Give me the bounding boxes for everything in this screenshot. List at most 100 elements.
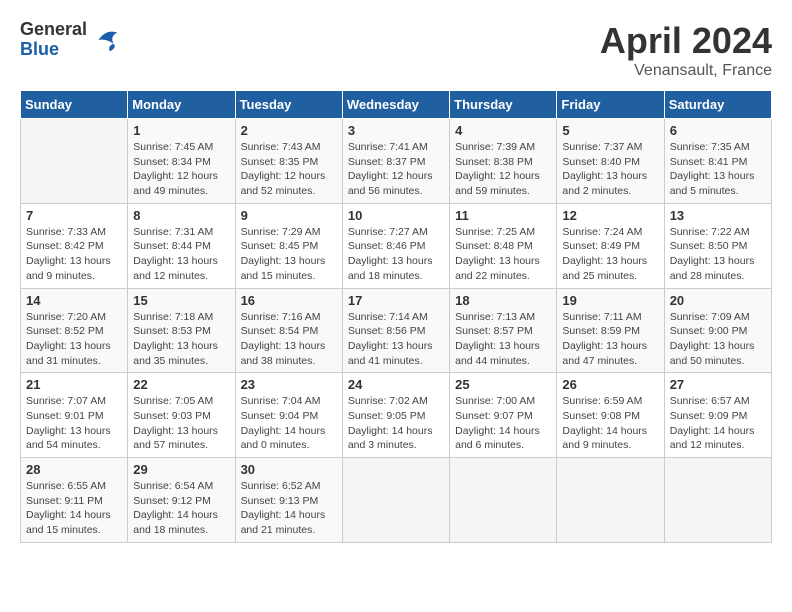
weekday-tuesday: Tuesday (235, 91, 342, 119)
table-row: 16Sunrise: 7:16 AMSunset: 8:54 PMDayligh… (235, 288, 342, 373)
calendar-header: Sunday Monday Tuesday Wednesday Thursday… (21, 91, 772, 119)
calendar-week-row: 1 Sunrise: 7:45 AMSunset: 8:34 PMDaylight… (21, 119, 772, 204)
day-number: 4 (455, 123, 551, 138)
day-number: 27 (670, 377, 766, 392)
day-number: 8 (133, 208, 229, 223)
day-info: Sunrise: 7:02 AMSunset: 9:05 PMDaylight:… (348, 394, 444, 453)
table-row: 17 Sunrise: 7:14 AMSunset: 8:56 PMDayligh… (342, 288, 449, 373)
table-row: 8Sunrise: 7:31 AMSunset: 8:44 PMDaylight… (128, 203, 235, 288)
day-info: Sunrise: 7:07 AMSunset: 9:01 PMDaylight:… (26, 394, 122, 453)
table-row (664, 458, 771, 543)
table-row: 9 Sunrise: 7:29 AMSunset: 8:45 PMDaylight… (235, 203, 342, 288)
table-row: 28 Sunrise: 6:55 AMSunset: 9:11 PMDayligh… (21, 458, 128, 543)
day-info: Sunrise: 7:39 AMSunset: 8:38 PMDaylight:… (455, 140, 551, 199)
day-info: Sunrise: 7:29 AMSunset: 8:45 PMDaylight:… (241, 225, 337, 284)
table-row: 24Sunrise: 7:02 AMSunset: 9:05 PMDayligh… (342, 373, 449, 458)
day-info: Sunrise: 7:14 AMSunset: 8:56 PMDaylight:… (348, 310, 444, 369)
day-info: Sunrise: 7:05 AMSunset: 9:03 PMDaylight:… (133, 394, 229, 453)
day-info: Sunrise: 7:18 AMSunset: 8:53 PMDaylight:… (133, 310, 229, 369)
table-row: 5 Sunrise: 7:37 AMSunset: 8:40 PMDaylight… (557, 119, 664, 204)
day-number: 5 (562, 123, 658, 138)
month-title: April 2024 (600, 20, 772, 62)
table-row: 14 Sunrise: 7:20 AMSunset: 8:52 PMDayligh… (21, 288, 128, 373)
day-info: Sunrise: 7:04 AMSunset: 9:04 PMDaylight:… (241, 394, 337, 453)
calendar-week-row: 7 Sunrise: 7:33 AMSunset: 8:42 PMDaylight… (21, 203, 772, 288)
weekday-monday: Monday (128, 91, 235, 119)
table-row: 26 Sunrise: 6:59 AMSunset: 9:08 PMDayligh… (557, 373, 664, 458)
day-number: 14 (26, 293, 122, 308)
day-info: Sunrise: 6:55 AMSunset: 9:11 PMDaylight:… (26, 479, 122, 538)
day-number: 25 (455, 377, 551, 392)
day-info: Sunrise: 6:57 AMSunset: 9:09 PMDaylight:… (670, 394, 766, 453)
calendar-body: 1 Sunrise: 7:45 AMSunset: 8:34 PMDaylight… (21, 119, 772, 543)
weekday-saturday: Saturday (664, 91, 771, 119)
day-info: Sunrise: 7:33 AMSunset: 8:42 PMDaylight:… (26, 225, 122, 284)
day-number: 13 (670, 208, 766, 223)
day-info: Sunrise: 7:41 AMSunset: 8:37 PMDaylight:… (348, 140, 444, 199)
day-info: Sunrise: 7:25 AMSunset: 8:48 PMDaylight:… (455, 225, 551, 284)
day-number: 30 (241, 462, 337, 477)
day-info: Sunrise: 7:37 AMSunset: 8:40 PMDaylight:… (562, 140, 658, 199)
day-info: Sunrise: 7:00 AMSunset: 9:07 PMDaylight:… (455, 394, 551, 453)
weekday-sunday: Sunday (21, 91, 128, 119)
day-info: Sunrise: 7:24 AMSunset: 8:49 PMDaylight:… (562, 225, 658, 284)
day-number: 28 (26, 462, 122, 477)
table-row: 30 Sunrise: 6:52 AMSunset: 9:13 PMDayligh… (235, 458, 342, 543)
table-row: 10 Sunrise: 7:27 AMSunset: 8:46 PMDayligh… (342, 203, 449, 288)
table-row: 29Sunrise: 6:54 AMSunset: 9:12 PMDayligh… (128, 458, 235, 543)
day-info: Sunrise: 7:20 AMSunset: 8:52 PMDaylight:… (26, 310, 122, 369)
day-info: Sunrise: 7:13 AMSunset: 8:57 PMDaylight:… (455, 310, 551, 369)
table-row (342, 458, 449, 543)
day-number: 20 (670, 293, 766, 308)
day-number: 26 (562, 377, 658, 392)
day-number: 15 (133, 293, 229, 308)
calendar-week-row: 14 Sunrise: 7:20 AMSunset: 8:52 PMDayligh… (21, 288, 772, 373)
day-info: Sunrise: 6:52 AMSunset: 9:13 PMDaylight:… (241, 479, 337, 538)
day-number: 7 (26, 208, 122, 223)
table-row (557, 458, 664, 543)
table-row (21, 119, 128, 204)
table-row: 20 Sunrise: 7:09 AMSunset: 9:00 PMDayligh… (664, 288, 771, 373)
day-info: Sunrise: 7:11 AMSunset: 8:59 PMDaylight:… (562, 310, 658, 369)
table-row: 19 Sunrise: 7:11 AMSunset: 8:59 PMDayligh… (557, 288, 664, 373)
table-row: 1 Sunrise: 7:45 AMSunset: 8:34 PMDaylight… (128, 119, 235, 204)
logo-blue-text: Blue (20, 40, 87, 60)
table-row: 2Sunrise: 7:43 AMSunset: 8:35 PMDaylight… (235, 119, 342, 204)
logo-general-text: General (20, 20, 87, 40)
day-number: 17 (348, 293, 444, 308)
calendar-week-row: 28 Sunrise: 6:55 AMSunset: 9:11 PMDayligh… (21, 458, 772, 543)
table-row: 22Sunrise: 7:05 AMSunset: 9:03 PMDayligh… (128, 373, 235, 458)
day-number: 18 (455, 293, 551, 308)
table-row: 21 Sunrise: 7:07 AMSunset: 9:01 PMDayligh… (21, 373, 128, 458)
logo: General Blue (20, 20, 121, 60)
table-row: 7 Sunrise: 7:33 AMSunset: 8:42 PMDaylight… (21, 203, 128, 288)
day-number: 11 (455, 208, 551, 223)
calendar-table: Sunday Monday Tuesday Wednesday Thursday… (20, 90, 772, 543)
table-row: 12 Sunrise: 7:24 AMSunset: 8:49 PMDayligh… (557, 203, 664, 288)
table-row: 27 Sunrise: 6:57 AMSunset: 9:09 PMDayligh… (664, 373, 771, 458)
day-number: 1 (133, 123, 229, 138)
table-row: 6Sunrise: 7:35 AMSunset: 8:41 PMDaylight… (664, 119, 771, 204)
day-number: 10 (348, 208, 444, 223)
day-number: 29 (133, 462, 229, 477)
day-info: Sunrise: 6:59 AMSunset: 9:08 PMDaylight:… (562, 394, 658, 453)
table-row: 4 Sunrise: 7:39 AMSunset: 8:38 PMDaylight… (450, 119, 557, 204)
day-number: 9 (241, 208, 337, 223)
table-row: 13Sunrise: 7:22 AMSunset: 8:50 PMDayligh… (664, 203, 771, 288)
table-row: 25 Sunrise: 7:00 AMSunset: 9:07 PMDayligh… (450, 373, 557, 458)
day-info: Sunrise: 7:27 AMSunset: 8:46 PMDaylight:… (348, 225, 444, 284)
day-number: 23 (241, 377, 337, 392)
day-number: 16 (241, 293, 337, 308)
table-row: 15 Sunrise: 7:18 AMSunset: 8:53 PMDayligh… (128, 288, 235, 373)
day-info: Sunrise: 7:45 AMSunset: 8:34 PMDaylight:… (133, 140, 229, 199)
day-number: 21 (26, 377, 122, 392)
logo-bird-icon (91, 25, 121, 55)
table-row: 18 Sunrise: 7:13 AMSunset: 8:57 PMDayligh… (450, 288, 557, 373)
weekday-header-row: Sunday Monday Tuesday Wednesday Thursday… (21, 91, 772, 119)
day-number: 19 (562, 293, 658, 308)
location-text: Venansault, France (600, 62, 772, 80)
day-info: Sunrise: 7:09 AMSunset: 9:00 PMDaylight:… (670, 310, 766, 369)
day-number: 12 (562, 208, 658, 223)
day-number: 3 (348, 123, 444, 138)
table-row: 3 Sunrise: 7:41 AMSunset: 8:37 PMDaylight… (342, 119, 449, 204)
